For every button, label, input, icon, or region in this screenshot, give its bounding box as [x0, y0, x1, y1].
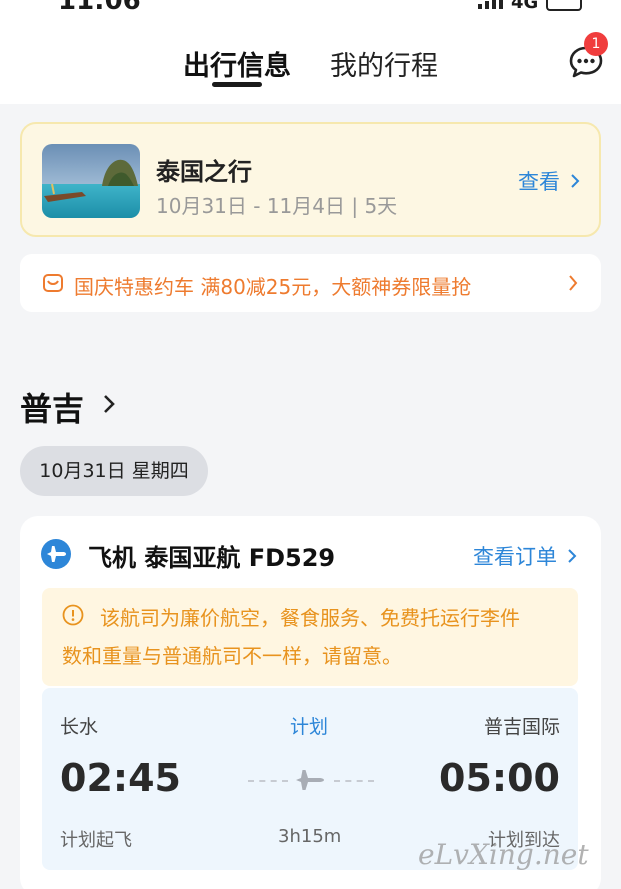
network-label: 4G: [511, 0, 539, 13]
trip-dates: 10月31日 - 11月4日 | 5天: [156, 194, 398, 218]
departure-airport: 长水: [60, 716, 99, 738]
promo-banner[interactable]: 国庆特惠约车 满80减25元，大额神券限量抢: [20, 254, 601, 312]
warning-icon: [62, 604, 84, 626]
date-chip: 10月31日 星期四: [20, 446, 208, 496]
departure-subtitle: 计划起飞: [60, 830, 132, 851]
route-dash-right: [334, 780, 374, 782]
battery-icon: [546, 0, 583, 11]
notice-text-line2: 数和重量与普通航司不一样，请留意。: [62, 644, 402, 668]
view-order-label: 查看订单: [473, 545, 557, 569]
flight-card[interactable]: 飞机 泰国亚航 FD529 查看订单 该航司为廉价航空，餐食服务、免费托运行李件…: [20, 516, 601, 889]
trip-card[interactable]: 泰国之行 10月31日 - 11月4日 | 5天 查看: [20, 122, 601, 237]
airplane-icon: [296, 770, 324, 790]
tab-my-itinerary[interactable]: 我的行程: [330, 44, 438, 83]
chevron-right-icon: [571, 174, 580, 188]
watermark: eLvXing.net: [418, 838, 589, 871]
view-trip-label: 查看: [518, 170, 560, 194]
chevron-right-icon: [569, 275, 578, 291]
chevron-right-icon[interactable]: [102, 392, 116, 416]
promo-text: 国庆特惠约车 满80减25元，大额神券限量抢: [74, 275, 472, 299]
view-trip-button[interactable]: 查看: [518, 166, 580, 196]
trip-thumbnail: [42, 144, 140, 218]
status-indicators: 4G: [478, 0, 583, 13]
notice-text-line1: 该航司为廉价航空，餐食服务、免费托运行李件: [100, 606, 520, 630]
flight-status-label: 计划: [290, 716, 329, 738]
flight-title: 飞机 泰国亚航 FD529: [88, 544, 336, 572]
chevron-right-icon: [568, 549, 577, 563]
route-dash-left: [248, 780, 288, 782]
signal-icon: [478, 0, 503, 9]
arrival-airport: 普吉国际: [483, 716, 560, 738]
status-bar: 11:06 4G: [0, 0, 621, 16]
arrival-time: 05:00: [439, 756, 560, 800]
city-title[interactable]: 普吉: [20, 384, 84, 430]
view-order-button[interactable]: 查看订单: [473, 541, 577, 571]
message-badge: 1: [584, 32, 608, 56]
trip-title: 泰国之行: [156, 158, 252, 186]
coupon-icon: [43, 274, 63, 292]
airplane-icon: [41, 539, 71, 569]
top-tab-bar: 出行信息 我的行程 1: [0, 14, 621, 104]
airline-notice: 该航司为廉价航空，餐食服务、免费托运行李件 数和重量与普通航司不一样，请留意。: [42, 588, 578, 686]
departure-time: 02:45: [60, 756, 181, 800]
active-tab-indicator: [212, 82, 262, 87]
tab-travel-info[interactable]: 出行信息: [183, 44, 291, 83]
flight-duration: 3h15m: [278, 826, 342, 847]
